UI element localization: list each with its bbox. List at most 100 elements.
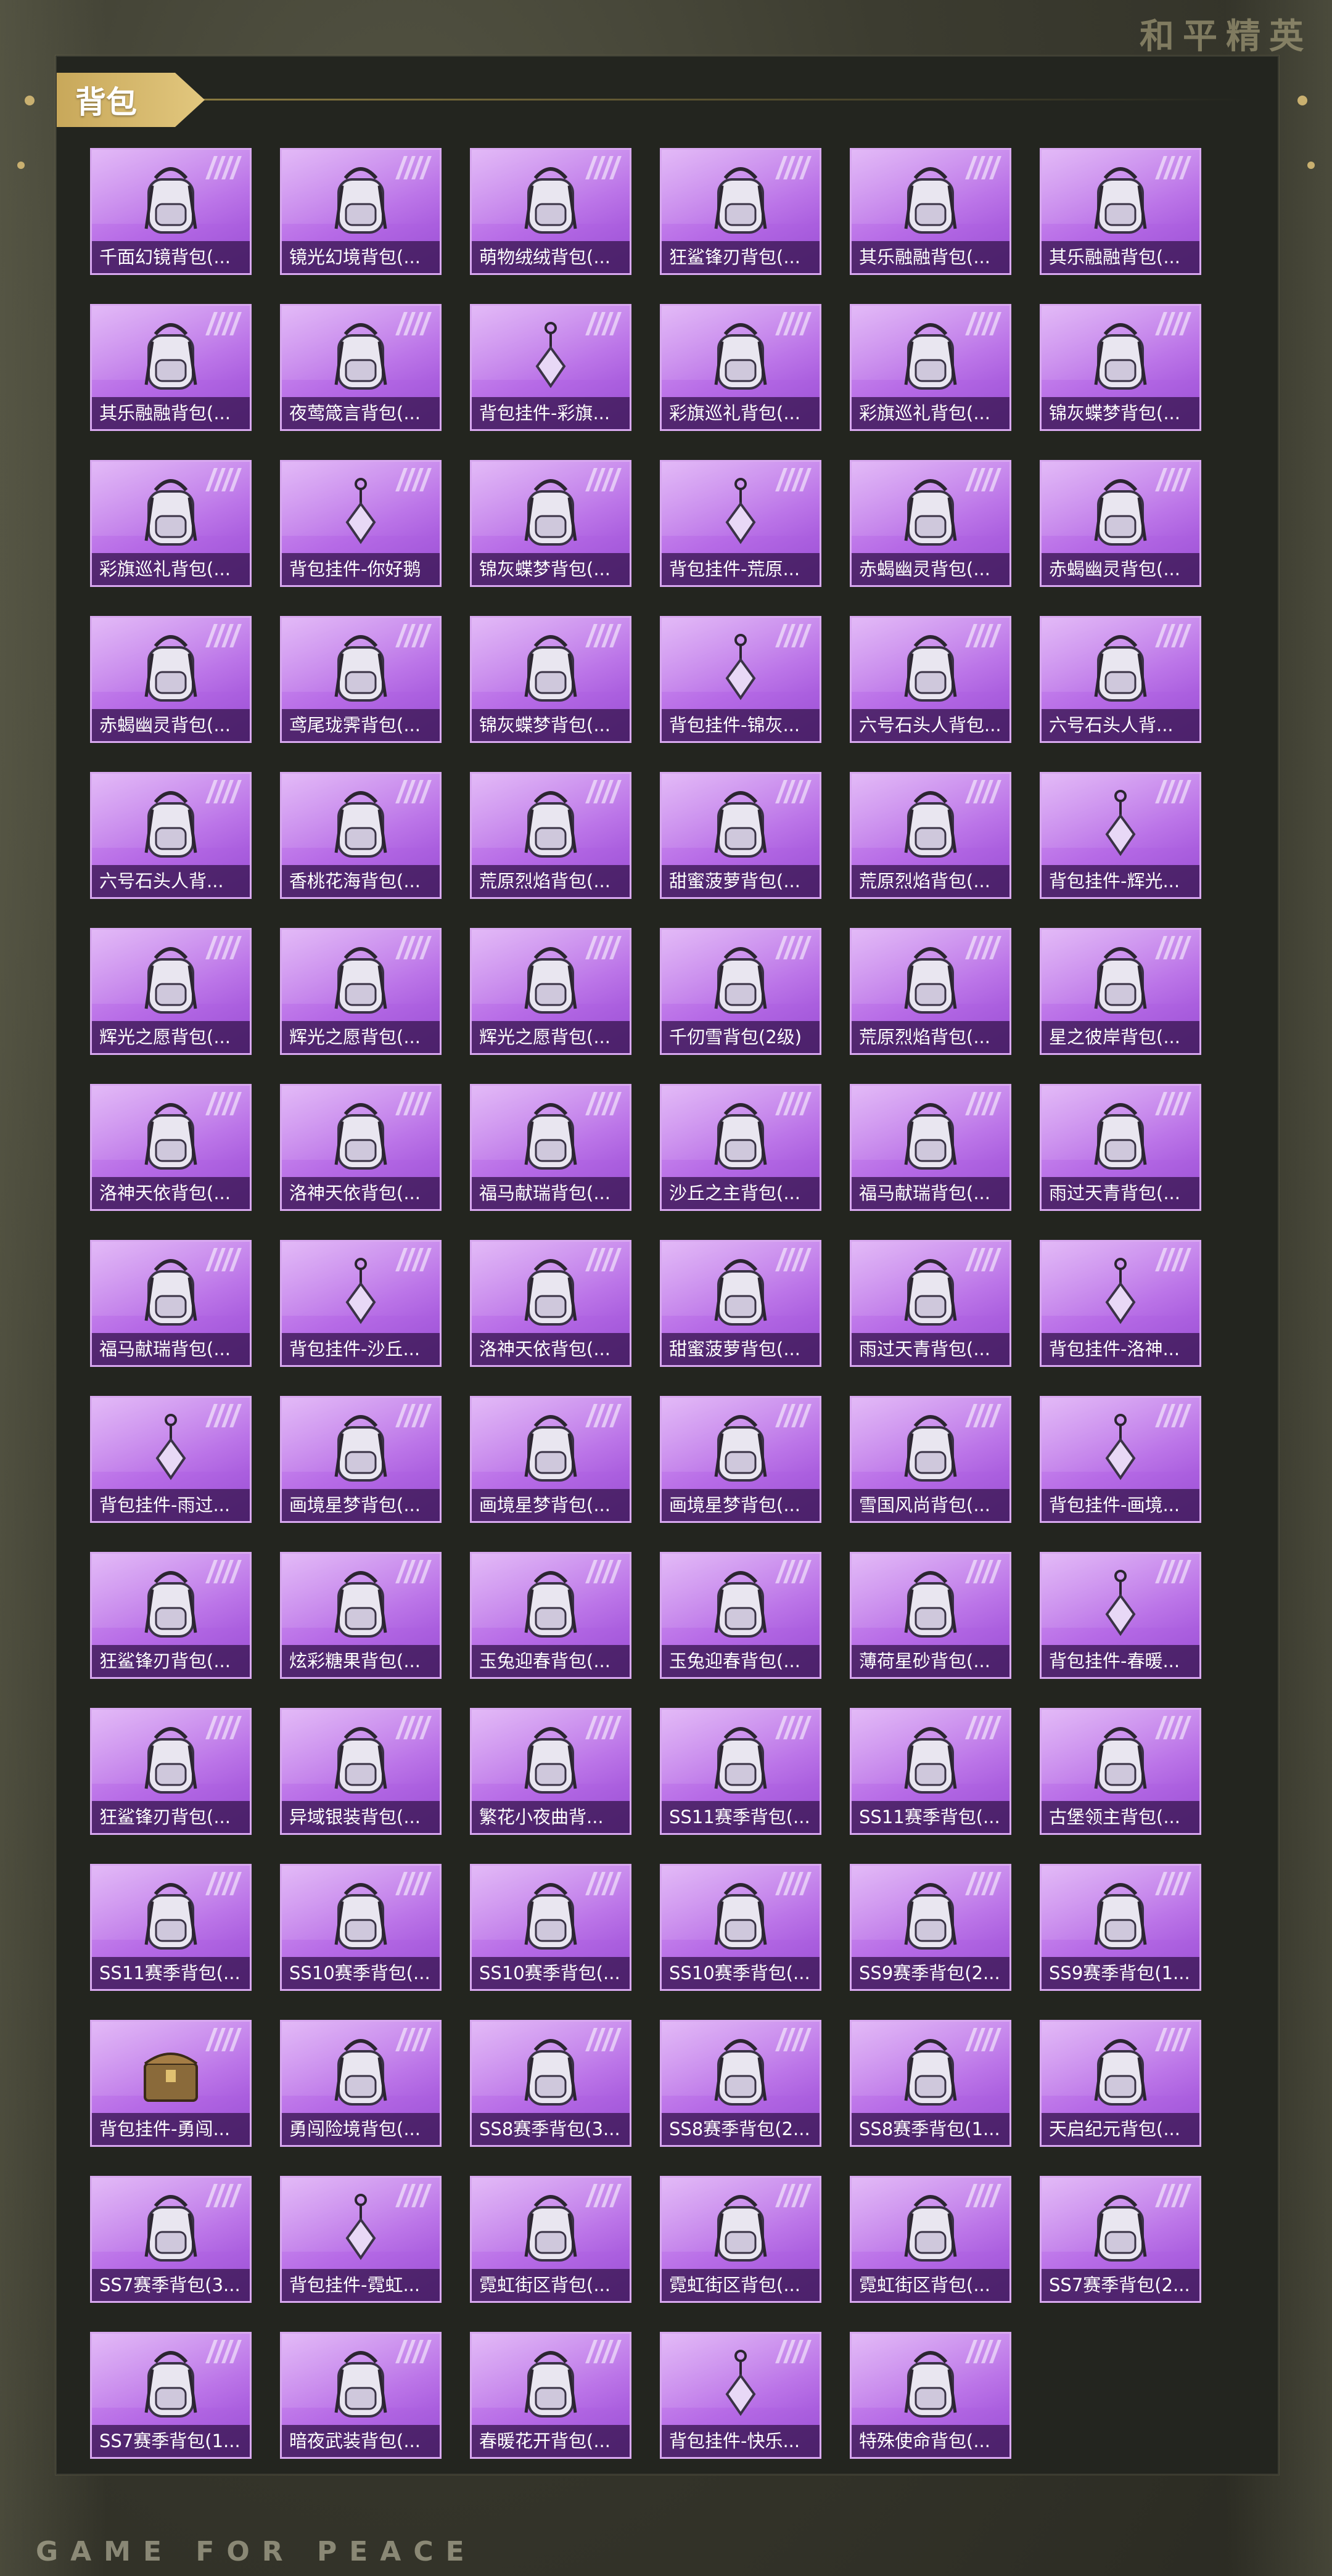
item-card-58[interactable]: 玉兔迎春背包(...: [660, 1552, 821, 1679]
item-card-86[interactable]: 暗夜武装背包(...: [280, 2332, 442, 2459]
item-card-37[interactable]: 洛神天依背包(...: [90, 1084, 252, 1211]
item-card-66[interactable]: 古堡领主背包(...: [1040, 1708, 1201, 1835]
item-card-64[interactable]: SS11赛季背包(...: [660, 1708, 821, 1835]
item-name: 锦灰蝶梦背包(...: [472, 553, 630, 585]
backpack-icon: [334, 947, 387, 1014]
item-card-24[interactable]: 六号石头人背...: [1040, 616, 1201, 743]
item-card-81[interactable]: 霓虹街区背包(...: [470, 2176, 631, 2303]
category-tab[interactable]: 背包: [57, 73, 205, 127]
item-card-42[interactable]: 雨过天青背包(...: [1040, 1084, 1201, 1211]
item-card-53[interactable]: 雪国风尚背包(...: [850, 1396, 1011, 1523]
item-card-82[interactable]: 霓虹街区背包(...: [660, 2176, 821, 2303]
item-card-48[interactable]: 背包挂件-洛神...: [1040, 1240, 1201, 1367]
item-card-40[interactable]: 沙丘之主背包(...: [660, 1084, 821, 1211]
item-card-45[interactable]: 洛神天依背包(...: [470, 1240, 631, 1367]
item-card-41[interactable]: 福马献瑞背包(...: [850, 1084, 1011, 1211]
item-card-22[interactable]: 背包挂件-锦灰...: [660, 616, 821, 743]
item-card-18[interactable]: 赤蝎幽灵背包(...: [1040, 460, 1201, 587]
item-card-30[interactable]: 背包挂件-辉光...: [1040, 772, 1201, 899]
item-card-72[interactable]: SS9赛季背包(1...: [1040, 1864, 1201, 1991]
item-card-54[interactable]: 背包挂件-画境...: [1040, 1396, 1201, 1523]
item-card-68[interactable]: SS10赛季背包(...: [280, 1864, 442, 1991]
item-card-47[interactable]: 雨过天青背包(...: [850, 1240, 1011, 1367]
item-card-87[interactable]: 春暖花开背包(...: [470, 2332, 631, 2459]
item-card-69[interactable]: SS10赛季背包(...: [470, 1864, 631, 1991]
item-card-5[interactable]: 其乐融融背包(...: [850, 148, 1011, 275]
item-card-34[interactable]: 千仞雪背包(2级): [660, 928, 821, 1055]
item-card-35[interactable]: 荒原烈焰背包(...: [850, 928, 1011, 1055]
item-card-61[interactable]: 狂鲨锋刃背包(...: [90, 1708, 252, 1835]
item-card-21[interactable]: 锦灰蝶梦背包(...: [470, 616, 631, 743]
item-card-56[interactable]: 炫彩糖果背包(...: [280, 1552, 442, 1679]
item-card-38[interactable]: 洛神天依背包(...: [280, 1084, 442, 1211]
item-card-80[interactable]: 背包挂件-霓虹...: [280, 2176, 442, 2303]
item-name: 雨过天青背包(...: [1042, 1177, 1199, 1209]
item-card-85[interactable]: SS7赛季背包(1...: [90, 2332, 252, 2459]
item-card-78[interactable]: 天启纪元背包(...: [1040, 2020, 1201, 2147]
item-card-20[interactable]: 鸢尾珑霁背包(...: [280, 616, 442, 743]
item-card-25[interactable]: 六号石头人背...: [90, 772, 252, 899]
item-card-9[interactable]: 背包挂件-彩旗...: [470, 304, 631, 431]
item-card-1[interactable]: 千面幻镜背包(...: [90, 148, 252, 275]
item-card-10[interactable]: 彩旗巡礼背包(...: [660, 304, 821, 431]
item-card-3[interactable]: 萌物绒绒背包(...: [470, 148, 631, 275]
item-card-65[interactable]: SS11赛季背包(...: [850, 1708, 1011, 1835]
item-card-15[interactable]: 锦灰蝶梦背包(...: [470, 460, 631, 587]
item-card-23[interactable]: 六号石头人背包...: [850, 616, 1011, 743]
item-name: 荒原烈焰背包(...: [472, 865, 630, 897]
item-card-14[interactable]: 背包挂件-你好鹅: [280, 460, 442, 587]
item-card-52[interactable]: 画境星梦背包(...: [660, 1396, 821, 1523]
item-card-29[interactable]: 荒原烈焰背包(...: [850, 772, 1011, 899]
backpack-icon: [904, 2195, 957, 2262]
item-card-11[interactable]: 彩旗巡礼背包(...: [850, 304, 1011, 431]
item-card-76[interactable]: SS8赛季背包(2...: [660, 2020, 821, 2147]
item-card-75[interactable]: SS8赛季背包(3...: [470, 2020, 631, 2147]
item-card-2[interactable]: 镜光幻境背包(...: [280, 148, 442, 275]
item-card-74[interactable]: 勇闯险境背包(...: [280, 2020, 442, 2147]
item-card-16[interactable]: 背包挂件-荒原...: [660, 460, 821, 587]
item-card-28[interactable]: 甜蜜菠萝背包(...: [660, 772, 821, 899]
backpack-icon: [904, 1727, 957, 1794]
item-card-71[interactable]: SS9赛季背包(2...: [850, 1864, 1011, 1991]
item-card-84[interactable]: SS7赛季背包(2...: [1040, 2176, 1201, 2303]
item-card-19[interactable]: 赤蝎幽灵背包(...: [90, 616, 252, 743]
item-card-77[interactable]: SS8赛季背包(1...: [850, 2020, 1011, 2147]
item-card-79[interactable]: SS7赛季背包(3...: [90, 2176, 252, 2303]
backpack-icon: [524, 1883, 577, 1950]
item-card-43[interactable]: 福马献瑞背包(...: [90, 1240, 252, 1367]
item-card-7[interactable]: 其乐融融背包(...: [90, 304, 252, 431]
item-card-49[interactable]: 背包挂件-雨过...: [90, 1396, 252, 1523]
backpack-icon: [524, 1727, 577, 1794]
item-name: 香桃花海背包(...: [282, 865, 440, 897]
item-card-26[interactable]: 香桃花海背包(...: [280, 772, 442, 899]
item-card-44[interactable]: 背包挂件-沙丘...: [280, 1240, 442, 1367]
item-card-60[interactable]: 背包挂件-春暖...: [1040, 1552, 1201, 1679]
item-card-32[interactable]: 辉光之愿背包(...: [280, 928, 442, 1055]
item-card-39[interactable]: 福马献瑞背包(...: [470, 1084, 631, 1211]
item-card-33[interactable]: 辉光之愿背包(...: [470, 928, 631, 1055]
item-card-70[interactable]: SS10赛季背包(...: [660, 1864, 821, 1991]
item-card-17[interactable]: 赤蝎幽灵背包(...: [850, 460, 1011, 587]
item-card-6[interactable]: 其乐融融背包(...: [1040, 148, 1201, 275]
item-card-13[interactable]: 彩旗巡礼背包(...: [90, 460, 252, 587]
item-card-67[interactable]: SS11赛季背包(...: [90, 1864, 252, 1991]
item-card-50[interactable]: 画境星梦背包(...: [280, 1396, 442, 1523]
item-card-4[interactable]: 狂鲨锋刃背包(...: [660, 148, 821, 275]
item-card-88[interactable]: 背包挂件-快乐...: [660, 2332, 821, 2459]
item-card-46[interactable]: 甜蜜菠萝背包(...: [660, 1240, 821, 1367]
item-card-62[interactable]: 异域银装背包(...: [280, 1708, 442, 1835]
item-card-57[interactable]: 玉兔迎春背包(...: [470, 1552, 631, 1679]
item-card-12[interactable]: 锦灰蝶梦背包(...: [1040, 304, 1201, 431]
item-card-36[interactable]: 星之彼岸背包(...: [1040, 928, 1201, 1055]
item-card-59[interactable]: 薄荷星砂背包(...: [850, 1552, 1011, 1679]
item-card-8[interactable]: 夜莺箴言背包(...: [280, 304, 442, 431]
item-card-89[interactable]: 特殊使命背包(...: [850, 2332, 1011, 2459]
item-card-27[interactable]: 荒原烈焰背包(...: [470, 772, 631, 899]
item-card-31[interactable]: 辉光之愿背包(...: [90, 928, 252, 1055]
item-card-55[interactable]: 狂鲨锋刃背包(...: [90, 1552, 252, 1679]
item-card-83[interactable]: 霓虹街区背包(...: [850, 2176, 1011, 2303]
item-card-51[interactable]: 画境星梦背包(...: [470, 1396, 631, 1523]
item-card-63[interactable]: 繁花小夜曲背...: [470, 1708, 631, 1835]
item-card-73[interactable]: 背包挂件-勇闯...: [90, 2020, 252, 2147]
backpack-icon: [904, 2039, 957, 2106]
